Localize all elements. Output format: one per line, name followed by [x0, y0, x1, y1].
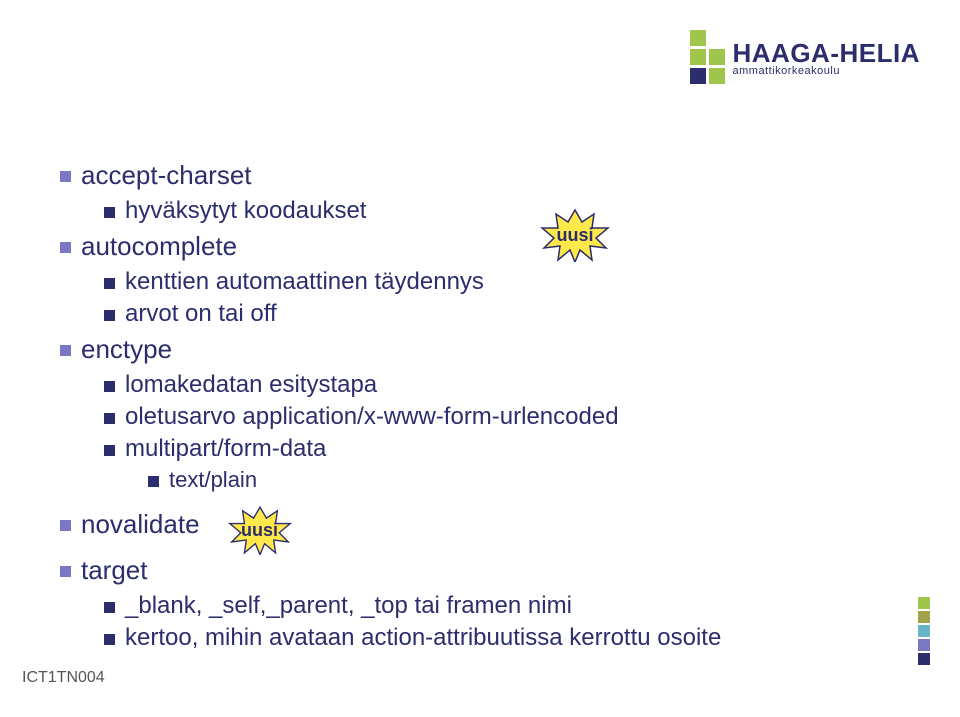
- item-autocomplete: autocomplete: [81, 231, 237, 262]
- list-item: autocomplete kenttien automaattinen täyd…: [60, 231, 900, 328]
- color-strip: [918, 597, 930, 665]
- bullet-icon: [104, 634, 115, 645]
- footer-code: ICT1TN004: [22, 669, 105, 687]
- slide-content: uusi accept-charset hyväksytyt koodaukse…: [60, 160, 900, 658]
- new-badge-icon: uusi: [228, 505, 292, 555]
- bullet-icon: [60, 520, 71, 531]
- logo: HAAGA-HELIA ammattikorkeakoulu: [690, 30, 921, 84]
- sub-item-label: kenttien automaattinen täydennys: [125, 268, 484, 296]
- list-item: hyväksytyt koodaukset: [104, 197, 900, 225]
- list-item: arvot on tai off: [104, 300, 900, 328]
- sub-item-label: hyväksytyt koodaukset: [125, 197, 366, 225]
- list-item: multipart/form-data text/plain: [104, 435, 900, 493]
- sub-item-label: arvot on tai off: [125, 300, 277, 328]
- list-item: target _blank, _self,_parent, _top tai f…: [60, 555, 900, 652]
- strip-sq: [918, 625, 930, 637]
- item-target: target: [81, 555, 148, 586]
- new-badge-label: uusi: [556, 225, 593, 246]
- strip-sq: [918, 639, 930, 651]
- sub-item-label: lomakedatan esitystapa: [125, 371, 377, 399]
- list-item: novalidate uusi: [60, 499, 900, 549]
- item-enctype: enctype: [81, 334, 172, 365]
- bullet-icon: [104, 602, 115, 613]
- bullet-icon: [104, 381, 115, 392]
- list-item: text/plain: [148, 467, 900, 493]
- item-accept-charset: accept-charset: [81, 160, 252, 191]
- bullet-icon: [60, 566, 71, 577]
- list-item: oletusarvo application/x-www-form-urlenc…: [104, 403, 900, 431]
- bullet-icon: [104, 207, 115, 218]
- sub-item-label: text/plain: [169, 467, 257, 493]
- logo-mark: [690, 30, 725, 84]
- strip-sq: [918, 597, 930, 609]
- bullet-icon: [60, 345, 71, 356]
- sub-item-label: _blank, _self,_parent, _top tai framen n…: [125, 592, 572, 620]
- logo-subtitle: ammattikorkeakoulu: [733, 65, 921, 77]
- bullet-icon: [104, 310, 115, 321]
- sub-item-label: oletusarvo application/x-www-form-urlenc…: [125, 403, 619, 431]
- new-badge-icon: uusi: [540, 208, 610, 262]
- list-item: accept-charset hyväksytyt koodaukset: [60, 160, 900, 225]
- bullet-icon: [148, 476, 159, 487]
- sub-item-label: multipart/form-data: [125, 435, 326, 463]
- list-item: kertoo, mihin avataan action-attribuutis…: [104, 624, 900, 652]
- list-item: enctype lomakedatan esitystapa oletusarv…: [60, 334, 900, 493]
- bullet-icon: [60, 242, 71, 253]
- item-novalidate: novalidate: [81, 509, 200, 540]
- list-item: kenttien automaattinen täydennys: [104, 268, 900, 296]
- new-badge-label: uusi: [241, 520, 278, 541]
- bullet-icon: [104, 445, 115, 456]
- sub-item-label: kertoo, mihin avataan action-attribuutis…: [125, 624, 721, 652]
- bullet-icon: [104, 278, 115, 289]
- strip-sq: [918, 611, 930, 623]
- bullet-icon: [104, 413, 115, 424]
- list-item: _blank, _self,_parent, _top tai framen n…: [104, 592, 900, 620]
- strip-sq: [918, 653, 930, 665]
- bullet-icon: [60, 171, 71, 182]
- list-item: lomakedatan esitystapa: [104, 371, 900, 399]
